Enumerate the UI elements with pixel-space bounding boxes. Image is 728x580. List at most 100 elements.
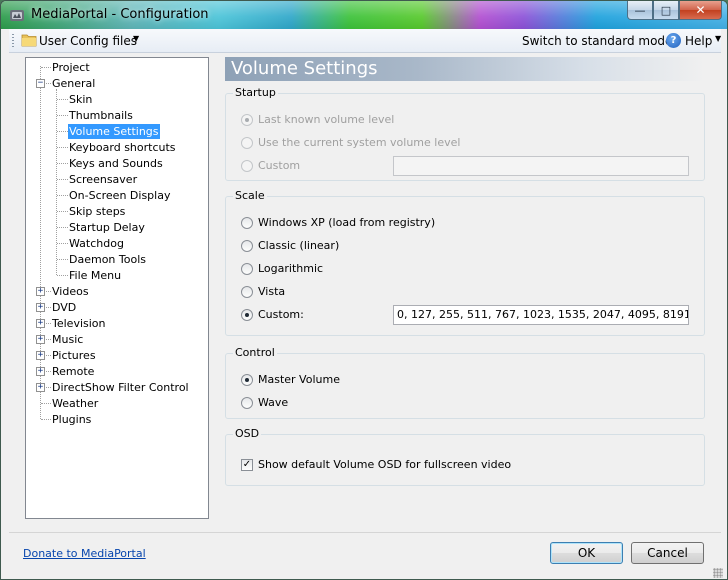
resize-grip-icon[interactable] [713, 568, 723, 578]
tree-item-keyboard-shortcuts[interactable]: Keyboard shortcuts [68, 140, 177, 155]
configuration-window: MediaPortal - Configuration — □ ✕ User C… [0, 0, 728, 580]
expand-icon[interactable]: + [36, 319, 45, 328]
maximize-button[interactable]: □ [653, 1, 679, 20]
settings-tree[interactable]: Project − General Skin Thumbnails Volume… [25, 57, 209, 519]
tree-connector [57, 163, 68, 164]
tree-item-project[interactable]: Project [51, 60, 91, 75]
tree-item-dvd[interactable]: DVD [51, 300, 77, 315]
tree-connector [57, 179, 68, 180]
scale-group: Scale Windows XP (load from registry) Cl… [225, 189, 705, 336]
chevron-down-icon[interactable]: ▼ [715, 34, 721, 43]
status-bar [1, 568, 727, 579]
radio-label: Windows XP (load from registry) [258, 216, 436, 229]
tree-connector [57, 147, 68, 148]
window-title: MediaPortal - Configuration [31, 7, 209, 22]
radio-indicator[interactable] [241, 114, 253, 126]
tree-connector [57, 115, 68, 116]
tree-item-on-screen-display[interactable]: On-Screen Display [68, 188, 171, 203]
tree-item-startup-delay[interactable]: Startup Delay [68, 220, 146, 235]
tree-connector [57, 227, 68, 228]
show-osd-checkbox[interactable]: ✓ [241, 459, 253, 471]
radio-indicator[interactable] [241, 160, 253, 172]
tree-item-file-menu[interactable]: File Menu [68, 268, 122, 283]
collapse-icon[interactable]: − [36, 79, 45, 88]
tree-connector [41, 403, 51, 404]
tree-connector [57, 211, 68, 212]
help-icon[interactable]: ? [666, 33, 681, 48]
radio-label: Logarithmic [258, 262, 324, 275]
tree-item-skip-steps[interactable]: Skip steps [68, 204, 126, 219]
radio-label: Master Volume [258, 373, 340, 386]
tree-item-directshow-filter-control[interactable]: DirectShow Filter Control [51, 380, 190, 395]
page-title: Volume Settings [225, 57, 705, 81]
chevron-down-icon[interactable]: ▼ [133, 34, 139, 43]
radio-indicator[interactable] [241, 137, 253, 149]
radio-indicator[interactable] [241, 374, 253, 386]
radio-indicator[interactable] [241, 309, 253, 321]
tree-connector [57, 131, 68, 132]
expand-icon[interactable]: + [36, 287, 45, 296]
radio-indicator[interactable] [241, 286, 253, 298]
cancel-button[interactable]: Cancel [631, 542, 704, 564]
expand-icon[interactable]: + [36, 303, 45, 312]
expand-icon[interactable]: + [36, 383, 45, 392]
tree-item-music[interactable]: Music [51, 332, 84, 347]
toolbar-grip[interactable] [12, 34, 14, 48]
tree-item-videos[interactable]: Videos [51, 284, 90, 299]
tree-item-pictures[interactable]: Pictures [51, 348, 97, 363]
tree-item-general[interactable]: General [51, 76, 96, 91]
control-group: Control Master Volume Wave [225, 346, 705, 419]
tree-connector [57, 99, 68, 100]
user-config-files-button[interactable]: User Config files [39, 34, 137, 48]
ok-button[interactable]: OK [550, 542, 623, 564]
tree-item-plugins[interactable]: Plugins [51, 412, 92, 427]
radio-label: Use the current system volume level [258, 136, 461, 149]
radio-label: Last known volume level [258, 113, 395, 126]
tree-item-television[interactable]: Television [51, 316, 107, 331]
expand-icon[interactable]: + [36, 367, 45, 376]
radio-indicator[interactable] [241, 263, 253, 275]
tree-connector [57, 259, 68, 260]
caption-buttons: — □ ✕ [627, 1, 722, 21]
osd-legend: OSD [233, 427, 262, 440]
tree-item-screensaver[interactable]: Screensaver [68, 172, 138, 187]
radio-label: Vista [258, 285, 286, 298]
minimize-button[interactable]: — [627, 1, 653, 20]
startup-legend: Startup [233, 86, 278, 99]
close-icon: ✕ [695, 3, 706, 17]
tree-connector [41, 419, 51, 420]
radio-label: Classic (linear) [258, 239, 340, 252]
radio-indicator[interactable] [241, 397, 253, 409]
tree-item-thumbnails[interactable]: Thumbnails [68, 108, 134, 123]
expand-icon[interactable]: + [36, 351, 45, 360]
radio-label: Wave [258, 396, 289, 409]
minimize-icon: — [634, 3, 646, 17]
radio-indicator[interactable] [241, 240, 253, 252]
tree-item-keys-and-sounds[interactable]: Keys and Sounds [68, 156, 164, 171]
startup-custom-input[interactable] [393, 156, 689, 176]
control-legend: Control [233, 346, 277, 359]
tree-connector [56, 89, 57, 275]
close-button[interactable]: ✕ [679, 1, 722, 20]
tree-item-daemon-tools[interactable]: Daemon Tools [68, 252, 147, 267]
tree-connector [57, 243, 68, 244]
startup-group: Startup Last known volume level Use the … [225, 86, 705, 181]
radio-indicator[interactable] [241, 217, 253, 229]
maximize-icon: □ [660, 3, 672, 17]
osd-group: OSD ✓ Show default Volume OSD for fullsc… [225, 427, 705, 486]
tree-item-weather[interactable]: Weather [51, 396, 99, 411]
scale-legend: Scale [233, 189, 267, 202]
tree-item-watchdog[interactable]: Watchdog [68, 236, 125, 251]
help-button[interactable]: Help [685, 34, 712, 48]
tree-connector [41, 67, 51, 68]
tree-item-skin[interactable]: Skin [68, 92, 93, 107]
donate-link[interactable]: Donate to MediaPortal [23, 547, 146, 560]
switch-mode-button[interactable]: Switch to standard mode [522, 34, 672, 48]
tree-item-remote[interactable]: Remote [51, 364, 95, 379]
scale-custom-input[interactable]: 0, 127, 255, 511, 767, 1023, 1535, 2047,… [393, 305, 689, 325]
tree-item-volume-settings[interactable]: Volume Settings [68, 124, 160, 139]
title-bar[interactable]: MediaPortal - Configuration — □ ✕ [1, 1, 727, 29]
checkbox-label: Show default Volume OSD for fullscreen v… [258, 458, 512, 471]
expand-icon[interactable]: + [36, 335, 45, 344]
folder-icon[interactable] [21, 33, 37, 47]
